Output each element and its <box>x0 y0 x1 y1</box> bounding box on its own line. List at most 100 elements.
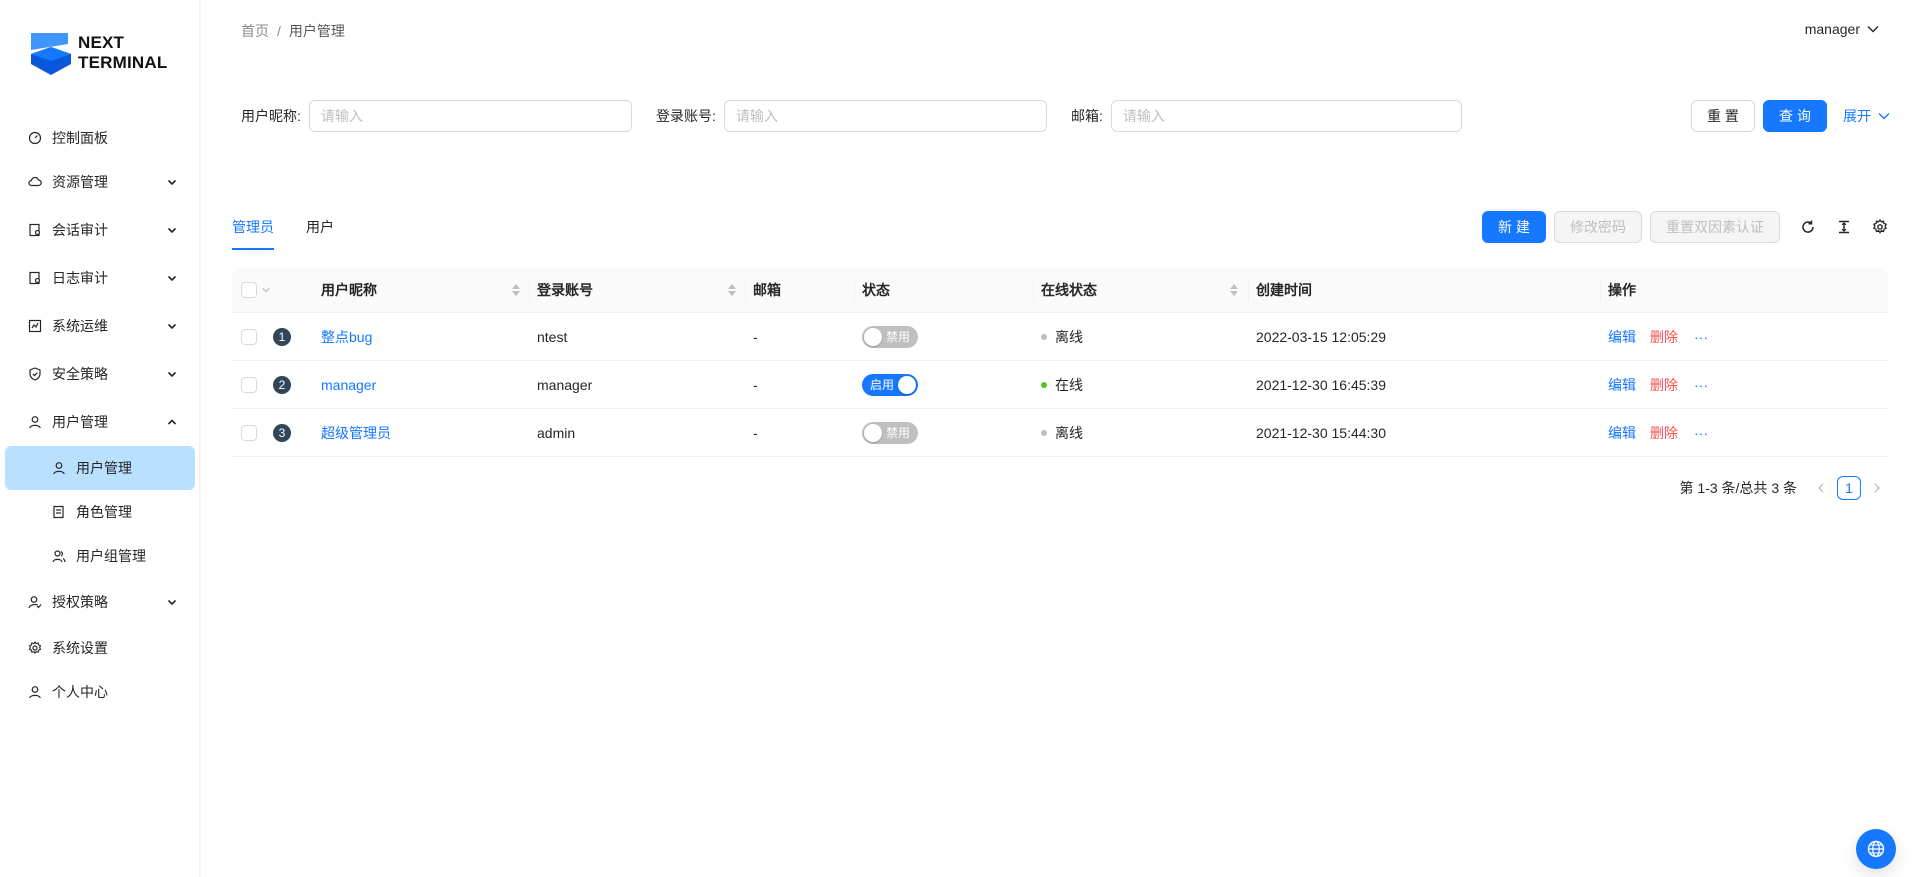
online-status-label: 在线 <box>1055 376 1083 393</box>
table-toolbar: 新 建 修改密码 重置双因素认证 <box>1474 211 1888 243</box>
edit-link[interactable]: 编辑 <box>1608 327 1636 347</box>
expand-label: 展开 <box>1843 108 1871 124</box>
sidebar-item-user-management[interactable]: 用户管理 <box>0 398 200 446</box>
tab-admin[interactable]: 管理员 <box>232 212 274 250</box>
column-divider <box>1033 279 1034 301</box>
edit-link[interactable]: 编辑 <box>1608 423 1636 443</box>
sidebar-item-resource[interactable]: 资源管理 <box>0 158 200 206</box>
globe-icon <box>1867 840 1885 858</box>
sidebar: NEXT TERMINAL 控制面板 资源管理 会话审计 日志审计 系统运维 安… <box>0 0 200 877</box>
row-checkbox[interactable] <box>241 328 257 345</box>
nickname-link[interactable]: 超级管理员 <box>321 409 391 456</box>
chevron-down-icon <box>1878 113 1890 120</box>
select-all-checkbox[interactable] <box>241 282 257 298</box>
next-page-icon[interactable] <box>1865 476 1889 500</box>
cloud-icon <box>28 175 42 189</box>
pagination: 第 1-3 条/总共 3 条 1 <box>1680 476 1889 500</box>
reset-button[interactable]: 重 置 <box>1691 100 1755 132</box>
sidebar-submenu: 用户管理 角色管理 用户组管理 <box>0 446 200 578</box>
nickname-link[interactable]: manager <box>321 361 376 408</box>
created-cell: 2022-03-15 12:05:29 <box>1256 328 1386 345</box>
table-row: 1 整点bug ntest - 禁用 离线 2022-03-15 12:05:2… <box>232 313 1888 361</box>
chevron-down-icon <box>167 227 177 234</box>
sidebar-item-label: 系统设置 <box>52 640 108 656</box>
sidebar-subitem-label: 角色管理 <box>76 504 132 520</box>
query-button[interactable]: 查 询 <box>1763 100 1827 132</box>
account-input[interactable] <box>723 100 1047 132</box>
email-input[interactable] <box>1110 100 1462 132</box>
new-button[interactable]: 新 建 <box>1482 211 1546 243</box>
breadcrumb-home[interactable]: 首页 <box>241 23 269 39</box>
tab-user[interactable]: 用户 <box>306 212 334 250</box>
col-header-nickname[interactable]: 用户昵称 <box>321 268 377 312</box>
group-icon <box>52 549 66 563</box>
sort-icon[interactable] <box>728 284 736 296</box>
col-header-account[interactable]: 登录账号 <box>537 268 593 312</box>
email-cell: - <box>753 424 758 441</box>
switch-knob <box>864 423 882 442</box>
sort-icon[interactable] <box>1230 284 1238 296</box>
more-icon[interactable]: ··· <box>1694 425 1708 441</box>
more-icon[interactable]: ··· <box>1694 377 1708 393</box>
account-label: 登录账号: <box>656 108 716 124</box>
logo[interactable]: NEXT TERMINAL <box>30 30 167 76</box>
sidebar-item-dashboard[interactable]: 控制面板 <box>0 118 200 158</box>
sidebar-item-label: 安全策略 <box>52 366 108 382</box>
prev-page-icon[interactable] <box>1809 476 1833 500</box>
online-status: 离线 <box>1041 409 1083 456</box>
sidebar-item-authorization[interactable]: 授权策略 <box>0 578 200 626</box>
edit-link[interactable]: 编辑 <box>1608 375 1636 395</box>
status-switch-label: 禁用 <box>885 330 910 344</box>
sidebar-item-ops[interactable]: 系统运维 <box>0 302 200 350</box>
user-menu[interactable]: manager <box>1805 21 1880 37</box>
created-cell: 2021-12-30 15:44:30 <box>1256 424 1386 441</box>
status-switch[interactable]: 启用 <box>862 373 918 396</box>
change-password-button[interactable]: 修改密码 <box>1554 211 1642 243</box>
col-header-online[interactable]: 在线状态 <box>1041 268 1097 312</box>
delete-link[interactable]: 删除 <box>1650 327 1678 347</box>
delete-link[interactable]: 删除 <box>1650 375 1678 395</box>
tabs: 管理员 用户 <box>232 212 366 250</box>
reload-icon[interactable] <box>1800 219 1816 235</box>
sidebar-subitem-label: 用户管理 <box>76 460 132 476</box>
row-index-badge: 1 <box>273 327 291 346</box>
sidebar-item-profile[interactable]: 个人中心 <box>0 670 200 714</box>
reset-2fa-button[interactable]: 重置双因素认证 <box>1650 211 1780 243</box>
user-icon <box>28 415 42 429</box>
sidebar-item-security[interactable]: 安全策略 <box>0 350 200 398</box>
sidebar-item-log-audit[interactable]: 日志审计 <box>0 254 200 302</box>
log-icon <box>28 271 42 285</box>
delete-link[interactable]: 删除 <box>1650 423 1678 443</box>
sidebar-subitem-roles[interactable]: 角色管理 <box>0 490 200 534</box>
setting-icon[interactable] <box>1872 219 1888 235</box>
sidebar-item-label: 控制面板 <box>52 130 108 146</box>
sidebar-subitem-groups[interactable]: 用户组管理 <box>0 534 200 578</box>
sidebar-item-settings[interactable]: 系统设置 <box>0 626 200 670</box>
table-row: 3 超级管理员 admin - 禁用 离线 2021-12-30 15:44:3… <box>232 409 1888 457</box>
status-switch[interactable]: 禁用 <box>862 325 918 348</box>
page-item-current[interactable]: 1 <box>1837 476 1861 500</box>
account-cell: ntest <box>537 328 568 345</box>
more-icon[interactable]: ··· <box>1694 329 1708 345</box>
sidebar-item-session-audit[interactable]: 会话审计 <box>0 206 200 254</box>
table-header: 用户昵称 登录账号 邮箱 状态 在线状态 创建时间 操作 <box>232 268 1888 313</box>
logo-text-line1: NEXT <box>78 33 125 52</box>
expand-toggle[interactable]: 展开 <box>1843 106 1891 126</box>
sidebar-subitem-users[interactable]: 用户管理 <box>5 446 195 490</box>
breadcrumb-separator: / <box>277 23 281 39</box>
sort-icon[interactable] <box>512 284 520 296</box>
breadcrumb-current: 用户管理 <box>288 23 345 39</box>
status-switch[interactable]: 禁用 <box>862 421 918 444</box>
audit-icon <box>28 223 42 237</box>
row-checkbox[interactable] <box>241 376 257 393</box>
language-button[interactable] <box>1856 829 1896 869</box>
col-header-email: 邮箱 <box>753 282 781 298</box>
nickname-input[interactable] <box>308 100 632 132</box>
column-height-icon[interactable] <box>1836 219 1852 235</box>
row-index-badge: 3 <box>273 423 291 442</box>
row-checkbox[interactable] <box>241 424 257 441</box>
sidebar-item-label: 资源管理 <box>52 174 108 190</box>
nickname-link[interactable]: 整点bug <box>321 313 372 360</box>
column-divider <box>854 279 855 301</box>
chevron-down-icon[interactable] <box>261 285 271 295</box>
